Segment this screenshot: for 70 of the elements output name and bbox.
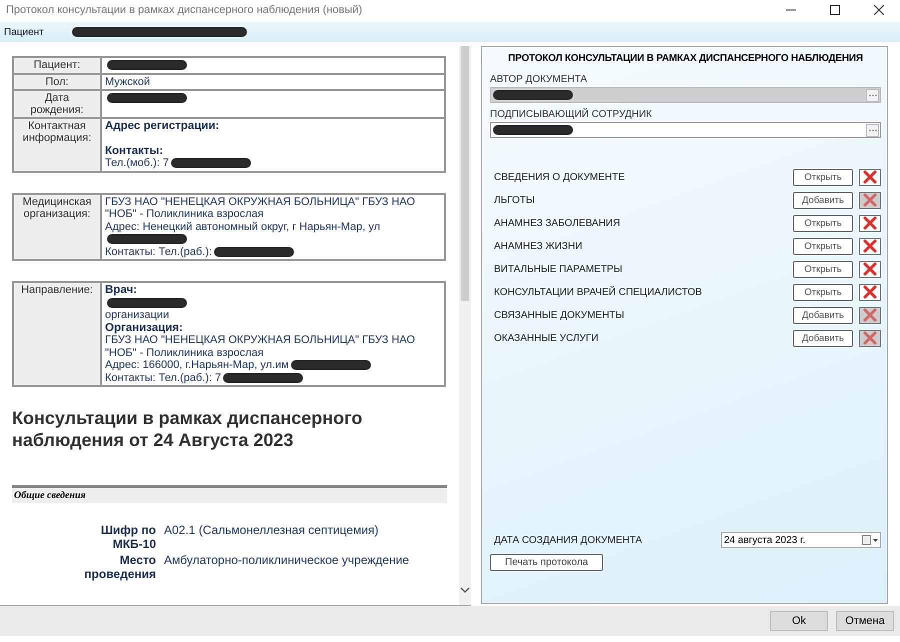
- field-value: ГБУЗ НАО "НЕНЕЦКАЯ ОКРУЖНАЯ БОЛЬНИЦА" ГБУЗ НАО "НОБ" - Поликлиника взрослая: [105, 196, 416, 220]
- delete-button[interactable]: [859, 238, 881, 254]
- detail-value: Амбулаторно-поликлиническое учреждение: [164, 553, 410, 569]
- scrollbar[interactable]: [459, 46, 471, 605]
- table-label-cell: Контактная информация:: [13, 118, 101, 172]
- field-heading: Контакты:: [105, 144, 164, 156]
- cross-icon: [863, 285, 877, 299]
- cross-icon: [863, 262, 877, 276]
- table-label-cell: Дата рождения:: [13, 90, 101, 118]
- section-action-button[interactable]: Добавить: [793, 192, 853, 208]
- field-value: Контакты: Тел.(раб.): 7: [105, 372, 222, 384]
- field-value: Контакты: Тел.(раб.):: [105, 246, 212, 258]
- section-label: ЛЬГОТЫ: [493, 194, 536, 206]
- cross-icon: [863, 239, 877, 253]
- detail-label: Место проведения: [83, 553, 156, 581]
- dialog-button[interactable]: Ok: [770, 611, 828, 631]
- scrollbar-thumb[interactable]: [461, 46, 469, 301]
- field-heading: Врач:: [105, 284, 137, 296]
- section-action-button[interactable]: Открыть: [793, 238, 853, 254]
- document-heading: Консультации в рамках диспансерного наблюдения от 24 Августа 2023: [12, 407, 364, 451]
- field-label: АВТОР ДОКУМЕНТА: [490, 74, 588, 85]
- field-value: организации: [105, 309, 170, 321]
- date-field[interactable]: 24 августа 2023 г.: [721, 532, 881, 548]
- date-label: ДАТА СОЗДАНИЯ ДОКУМЕНТА: [493, 534, 644, 546]
- field-heading: Адрес регистрации:: [105, 120, 220, 132]
- window-title: Протокол консультации в рамках диспансерного наблюдения (новый): [6, 4, 364, 16]
- section-label: ОКАЗАННЫЕ УСЛУГИ: [493, 332, 600, 344]
- section-label: АНАМНЕЗ ЖИЗНИ: [493, 240, 584, 252]
- section-title: Общие сведения: [14, 490, 86, 501]
- section-action-button[interactable]: Добавить: [793, 330, 853, 346]
- delete-button[interactable]: [859, 214, 881, 232]
- section-label: СВЕДЕНИЯ О ДОКУМЕНТЕ: [493, 172, 626, 182]
- field-label: ПОДПИСЫВАЮЩИЙ СОТРУДНИК: [490, 109, 653, 120]
- section-label: АНАМНЕЗ ЗАБОЛЕВАНИЯ: [493, 218, 622, 228]
- detail-label: Шифр по МКБ-10: [100, 523, 156, 551]
- dialog-button[interactable]: Отмена: [836, 611, 894, 631]
- table-label-cell: Пациент:: [13, 57, 101, 74]
- section-action-button[interactable]: Добавить: [793, 306, 853, 324]
- cross-icon: [863, 170, 877, 184]
- maximize-icon[interactable]: [830, 5, 840, 15]
- scroll-down-icon[interactable]: [460, 587, 470, 593]
- section-label: СВЯЗАННЫЕ ДОКУМЕНТЫ: [493, 310, 626, 320]
- section-label: ВИТАЛЬНЫЕ ПАРАМЕТРЫ: [493, 264, 624, 274]
- field-heading: Организация:: [105, 322, 183, 334]
- section-action-button[interactable]: Открыть: [793, 214, 853, 232]
- detail-value: A02.1 (Сальмонеллезная септицемия): [164, 523, 379, 539]
- table-label-cell: Направление:: [13, 282, 101, 386]
- field-value: ГБУЗ НАО "НЕНЕЦКАЯ ОКРУЖНАЯ БОЛЬНИЦА" ГБУЗ НАО "НОБ" - Поликлиника взрослая: [105, 334, 416, 358]
- cross-icon: [863, 216, 877, 230]
- field-value: Адрес: 166000, г.Нарьян-Мар, ул.им: [105, 359, 289, 371]
- calendar-icon[interactable]: [862, 535, 878, 545]
- form-title: ПРОТОКОЛ КОНСУЛЬТАЦИИ В РАМКАХ ДИСПАНСЕРНОГО НАБЛЮДЕНИЯ: [507, 53, 864, 64]
- field-value: Тел.(моб.): 7: [105, 157, 169, 169]
- patient-label: Пациент: [4, 26, 44, 38]
- print-button[interactable]: Печать протокола: [490, 554, 604, 571]
- delete-button[interactable]: [859, 260, 881, 278]
- close-icon[interactable]: [874, 5, 884, 15]
- section-action-button[interactable]: Открыть: [793, 168, 853, 186]
- table-label-cell: Медицинская организация:: [13, 194, 101, 260]
- cross-icon: [863, 308, 877, 322]
- cross-icon: [863, 331, 877, 345]
- delete-button[interactable]: [859, 284, 881, 300]
- delete-button[interactable]: [859, 168, 881, 186]
- cross-icon: [863, 193, 877, 207]
- section-action-button[interactable]: Открыть: [793, 284, 853, 300]
- lookup-field[interactable]: [490, 122, 881, 138]
- section-label: КОНСУЛЬТАЦИИ ВРАЧЕЙ СПЕЦИАЛИСТОВ: [493, 286, 703, 298]
- field-value: Мужской: [105, 76, 150, 88]
- field-value: Адрес: Ненецкий автономный округ, г Нарьян-Мар, ул: [105, 220, 380, 232]
- section-action-button[interactable]: Открыть: [793, 260, 853, 278]
